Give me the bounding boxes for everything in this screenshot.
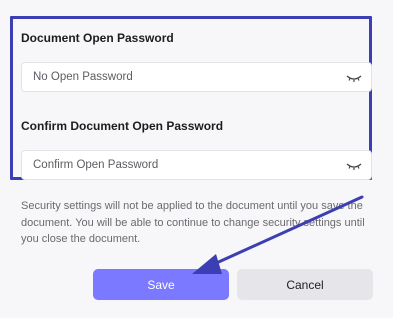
eye-closed-icon[interactable] (345, 71, 363, 83)
confirm-password-label: Confirm Document Open Password (21, 119, 224, 133)
open-password-placeholder: No Open Password (33, 71, 133, 83)
confirm-password-field[interactable]: Confirm Open Password (21, 150, 372, 180)
open-password-label: Document Open Password (21, 31, 174, 45)
open-password-field[interactable]: No Open Password (21, 62, 372, 92)
confirm-password-placeholder: Confirm Open Password (33, 159, 159, 171)
eye-closed-icon[interactable] (345, 159, 363, 171)
security-help-text: Security settings will not be applied to… (21, 200, 365, 245)
save-button[interactable]: Save (93, 269, 229, 300)
cancel-button[interactable]: Cancel (237, 269, 373, 300)
